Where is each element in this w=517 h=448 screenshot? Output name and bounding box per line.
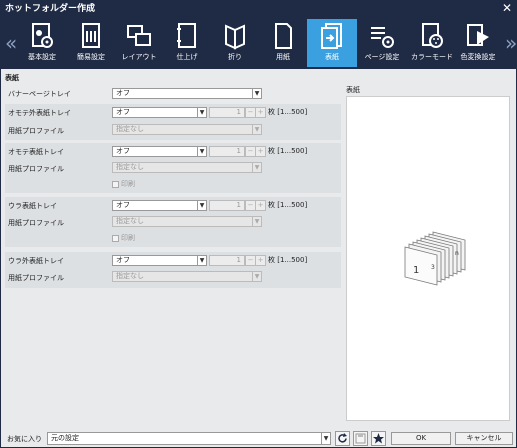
front-count[interactable]: 1 <box>209 146 245 157</box>
front-select[interactable]: オフ ▼ <box>112 146 207 157</box>
tab-basic[interactable]: 基本設定 <box>17 19 67 67</box>
back-group: ウラ表紙トレイ オフ ▼ 1 − + 枚 [1...500] 用紙プロファイル 指… <box>5 197 341 247</box>
chevron-down-icon: ▼ <box>321 433 330 444</box>
front-label: オモテ表紙トレイ <box>8 148 64 156</box>
scroll-right-icon[interactable]: » <box>505 31 517 55</box>
front-outer-profile-label: 用紙プロファイル <box>8 127 64 135</box>
settings-toolbar: « 基本設定 簡易設定 レイアウト 仕上げ 折り 用紙 表紙 ページ設定 カラー… <box>1 17 517 69</box>
tab-finishing[interactable]: 仕上げ <box>162 19 212 67</box>
preview-title: 表紙 <box>346 86 360 94</box>
save-icon[interactable] <box>353 431 368 446</box>
tab-paper[interactable]: 用紙 <box>258 19 308 67</box>
back-print-checkbox[interactable]: 印刷 <box>112 233 135 243</box>
favorites-label: お気に入り <box>7 435 42 443</box>
cancel-button[interactable]: キャンセル <box>455 432 513 445</box>
front-profile-label: 用紙プロファイル <box>8 165 64 173</box>
banner-label: バナーページトレイ <box>8 90 71 98</box>
dialog-window: ホットフォルダー作成 ✕ « 基本設定 簡易設定 レイアウト 仕上げ 折り 用紙 <box>0 0 517 448</box>
finishing-icon <box>177 23 196 48</box>
simple-settings-icon <box>82 23 100 48</box>
banner-select[interactable]: オフ ▼ <box>112 88 262 99</box>
back-outer-profile-select[interactable]: 指定なし ▼ <box>112 271 262 282</box>
page-settings-icon <box>371 27 394 48</box>
back-outer-group: ウラ外表紙トレイ オフ ▼ 1 − + 枚 [1...500] 用紙プロファイル … <box>5 252 341 288</box>
back-outer-label: ウラ外表紙トレイ <box>8 257 64 265</box>
preview-page-second: 3 <box>431 264 435 271</box>
front-range: 枚 [1...500] <box>268 147 308 155</box>
basic-settings-icon <box>32 23 53 48</box>
folding-icon <box>225 24 245 50</box>
back-label: ウラ表紙トレイ <box>8 202 57 210</box>
close-icon[interactable]: ✕ <box>502 1 512 16</box>
chevron-down-icon: ▼ <box>252 89 261 98</box>
back-outer-range: 枚 [1...500] <box>268 256 308 264</box>
favorite-star-icon[interactable] <box>371 431 386 446</box>
color-mode-icon <box>422 23 443 48</box>
preview-page-last: n <box>455 250 459 257</box>
front-outer-label: オモテ外表紙トレイ <box>8 109 71 117</box>
chevron-down-icon: ▼ <box>252 125 261 134</box>
banner-row: バナーページトレイ オフ ▼ <box>5 85 341 101</box>
back-outer-profile-label: 用紙プロファイル <box>8 274 64 282</box>
footer-bar: お気に入り 元の設定 ▼ OK キャンセル <box>1 427 516 447</box>
tab-color-conversion[interactable]: 色変換設定 <box>453 19 503 67</box>
chevron-down-icon: ▼ <box>197 256 206 265</box>
tab-layout[interactable]: レイアウト <box>114 19 164 67</box>
favorites-select[interactable]: 元の設定 ▼ <box>47 432 331 445</box>
refresh-icon[interactable] <box>335 431 350 446</box>
back-profile-select[interactable]: 指定なし ▼ <box>112 216 262 227</box>
tab-color-mode[interactable]: カラーモード <box>407 19 457 67</box>
plus-icon[interactable]: + <box>255 107 266 118</box>
chevron-down-icon: ▼ <box>252 163 261 172</box>
plus-icon[interactable]: + <box>255 146 266 157</box>
section-title: 表紙 <box>5 74 19 82</box>
paper-icon <box>275 23 292 49</box>
front-outer-select[interactable]: オフ ▼ <box>112 107 207 118</box>
cover-preview-illustration: 1 3 n <box>404 231 466 286</box>
layout-icon <box>127 25 151 46</box>
scroll-left-icon[interactable]: « <box>5 31 17 55</box>
cover-icon <box>321 23 342 49</box>
chevron-down-icon: ▼ <box>197 201 206 210</box>
preview-pane: 1 3 n <box>346 96 510 421</box>
ok-button[interactable]: OK <box>391 432 451 445</box>
back-count[interactable]: 1 <box>209 200 245 211</box>
preview-page-first: 1 <box>413 265 419 276</box>
tab-folding[interactable]: 折り <box>210 19 260 67</box>
chevron-down-icon: ▼ <box>197 147 206 156</box>
back-outer-count[interactable]: 1 <box>209 255 245 266</box>
plus-icon[interactable]: + <box>255 200 266 211</box>
front-outer-group: オモテ外表紙トレイ オフ ▼ 1 − + 枚 [1...500] 用紙プロファイル… <box>5 104 341 140</box>
back-outer-select[interactable]: オフ ▼ <box>112 255 207 266</box>
window-title: ホットフォルダー作成 <box>5 4 96 14</box>
tab-cover[interactable]: 表紙 <box>307 19 357 67</box>
back-select[interactable]: オフ ▼ <box>112 200 207 211</box>
front-outer-count[interactable]: 1 <box>209 107 245 118</box>
front-print-checkbox[interactable]: 印刷 <box>112 179 135 189</box>
tab-simple[interactable]: 簡易設定 <box>66 19 116 67</box>
front-group: オモテ表紙トレイ オフ ▼ 1 − + 枚 [1...500] 用紙プロファイル … <box>5 143 341 193</box>
front-outer-range: 枚 [1...500] <box>268 108 308 116</box>
chevron-down-icon: ▼ <box>252 217 261 226</box>
title-bar: ホットフォルダー作成 ✕ <box>1 1 516 17</box>
front-profile-select[interactable]: 指定なし ▼ <box>112 162 262 173</box>
color-conversion-icon <box>467 24 489 46</box>
plus-icon[interactable]: + <box>255 255 266 266</box>
chevron-down-icon: ▼ <box>252 272 261 281</box>
back-range: 枚 [1...500] <box>268 201 308 209</box>
front-outer-profile-select[interactable]: 指定なし ▼ <box>112 124 262 135</box>
tab-page-settings[interactable]: ページ設定 <box>357 19 407 67</box>
chevron-down-icon: ▼ <box>197 108 206 117</box>
back-profile-label: 用紙プロファイル <box>8 219 64 227</box>
